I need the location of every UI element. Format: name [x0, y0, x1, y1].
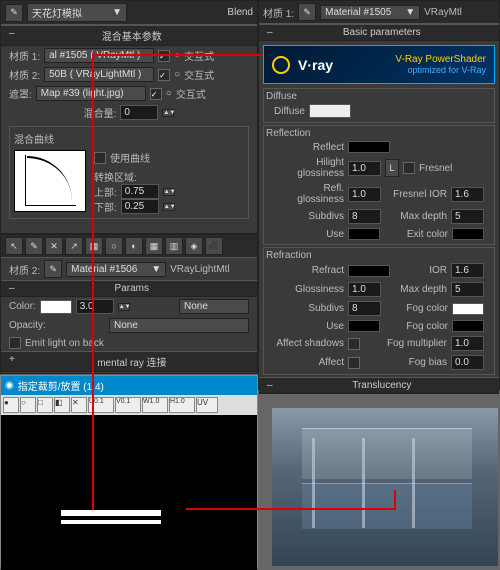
annotation-line	[186, 508, 396, 510]
mask-label: 遮罩:	[9, 86, 32, 101]
upper-input[interactable]: 0.75	[121, 184, 159, 199]
color-swatch[interactable]	[40, 300, 72, 314]
uv-button[interactable]: UV	[196, 397, 218, 413]
mat2-label: 材质 2:	[9, 67, 40, 82]
annotation-line	[394, 490, 396, 510]
vray-logo: V·ray V-Ray PowerShader optimized for V-…	[263, 45, 495, 84]
lock-button[interactable]: L	[385, 159, 399, 177]
mat2-enable[interactable]	[158, 69, 170, 81]
curve-preview	[14, 150, 86, 212]
refract-swatch[interactable]	[348, 265, 390, 277]
spinner-icon[interactable]: ▲▼	[162, 109, 174, 117]
blend-material-panel: ✎ 天花灯模拟▼ Blend – 混合基本参数 材质 1: al #1505 (…	[0, 0, 258, 234]
mask-slot[interactable]: Map #39 (light.jpg)	[36, 86, 146, 101]
light-strip	[61, 510, 161, 516]
vray-circle-icon	[272, 56, 290, 74]
material-name-dropdown[interactable]: Material #1505▼	[320, 5, 420, 20]
blend-basic-section[interactable]: – 混合基本参数	[1, 25, 257, 46]
material-name-dropdown[interactable]: Material #1506▼	[66, 262, 166, 277]
app-icon: ◉	[5, 380, 14, 391]
light-strip	[61, 520, 161, 524]
x-icon[interactable]: ✕	[45, 237, 63, 255]
reflect-swatch[interactable]	[348, 141, 390, 153]
crop-window: ◉ 指定裁剪/放置 (1:4) ● ○ □ ◧ ✕ U0.1 V0.1 W1.0…	[0, 375, 258, 567]
annotation-line	[92, 54, 262, 56]
blend-title: 天花灯模拟	[32, 5, 82, 20]
dropper-icon[interactable]: ✎	[298, 3, 316, 21]
tool-button[interactable]: ●	[3, 397, 19, 413]
annotation-line	[92, 54, 94, 510]
render-preview	[272, 408, 498, 566]
mat2-slot[interactable]: 50B ( VRayLightMtl )	[44, 67, 154, 82]
emit-back-check[interactable]	[9, 337, 21, 349]
color-map-slot[interactable]: None	[179, 299, 249, 314]
color-mult-input[interactable]: 3.0	[76, 299, 114, 314]
crop-viewport[interactable]	[1, 415, 257, 570]
crop-toolbar: ● ○ □ ◧ ✕ U0.1 V0.1 W1.0 H1.0 UV	[1, 395, 257, 415]
mix-amount-input[interactable]: 0	[120, 105, 158, 120]
diffuse-swatch[interactable]	[309, 104, 351, 118]
crop-titlebar[interactable]: ◉ 指定裁剪/放置 (1:4)	[1, 376, 257, 395]
pick-icon[interactable]: ↖	[5, 237, 23, 255]
material-type: Blend	[227, 7, 253, 18]
mat1-label: 材质 1:	[9, 48, 40, 63]
dropper-icon[interactable]: ✎	[5, 4, 23, 22]
dropper-icon[interactable]: ✎	[44, 260, 62, 278]
params-section[interactable]: –Params	[1, 280, 257, 297]
lower-input[interactable]: 0.25	[121, 199, 159, 214]
use-curve-check[interactable]	[94, 152, 106, 164]
mask-enable[interactable]	[150, 88, 162, 100]
vraymtl-panel: 材质 1: ✎ Material #1505▼ VRayMtl –Basic p…	[258, 0, 500, 390]
opacity-map-slot[interactable]: None	[109, 318, 249, 333]
material-name-dropdown[interactable]: 天花灯模拟▼	[27, 3, 127, 22]
vraylight-toolbar: ↖ ✎ ✕ ↗ ▦ ○ ◐ ▦ ▥ ◈ ⬛	[1, 235, 257, 258]
dropper-icon[interactable]: ✎	[25, 237, 43, 255]
vraylight-panel: ↖ ✎ ✕ ↗ ▦ ○ ◐ ▦ ▥ ◈ ⬛ 材质 2: ✎ Material #…	[0, 234, 258, 374]
blend-header: ✎ 天花灯模拟▼ Blend	[1, 1, 257, 25]
